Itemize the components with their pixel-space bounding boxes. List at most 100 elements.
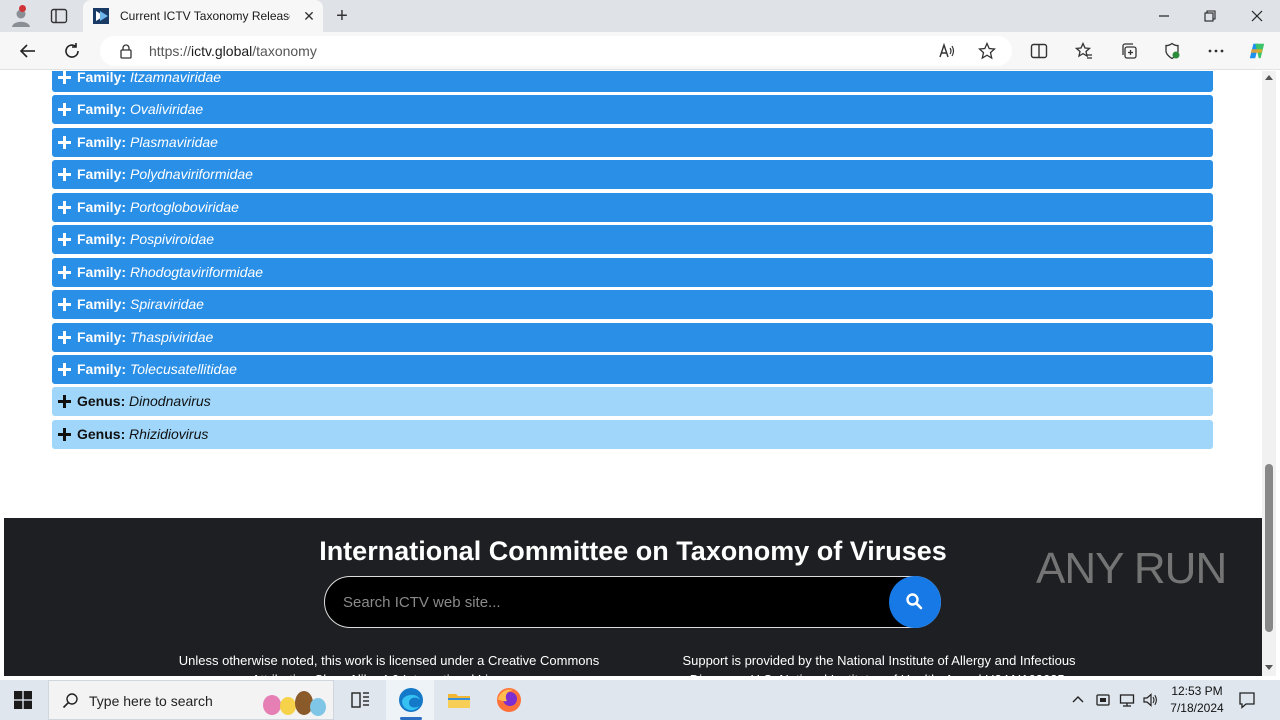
taxon-name: Rhodogtaviriformidae (130, 263, 264, 280)
site-search-input[interactable] (343, 591, 873, 613)
tray-security-icon[interactable] (1095, 692, 1111, 708)
split-screen-icon[interactable] (1030, 42, 1048, 60)
license-notice: Unless otherwise noted, this work is lic… (178, 653, 600, 676)
active-tab[interactable]: Current ICTV Taxonomy Release | ✕ (83, 0, 323, 32)
taxon-rank: Family: (77, 166, 127, 183)
favorites-icon[interactable] (1075, 42, 1093, 60)
taxon-name: Polydnaviriformidae (130, 166, 253, 183)
taxon-row[interactable]: Family: Rhodogtaviriformidae (52, 257, 1213, 287)
site-search-box (324, 576, 941, 628)
browser-toolbar: https://ictv.global/taxonomy (0, 32, 1280, 70)
anyrun-watermark: ANY RUN (1036, 540, 1236, 600)
page-scrollbar[interactable] (1262, 71, 1276, 676)
address-bar[interactable]: https://ictv.global/taxonomy (100, 36, 1012, 66)
scroll-up-arrow-icon[interactable] (1265, 75, 1273, 80)
taskbar-clock[interactable]: 12:53 PM 7/18/2024 (1166, 683, 1228, 717)
expand-plus-icon[interactable] (58, 362, 71, 376)
collections-icon[interactable] (1120, 42, 1138, 60)
window-close-icon[interactable] (1249, 8, 1265, 24)
browser-tab-bar: Current ICTV Taxonomy Release | ✕ + (0, 0, 1280, 32)
url-prefix: https:// (149, 43, 192, 59)
taxonomy-list: Family: Itzamnaviridae Family: Ovaliviri… (52, 71, 1213, 452)
task-view-icon[interactable] (346, 686, 374, 714)
favorite-star-icon[interactable] (978, 42, 996, 60)
expand-plus-icon[interactable] (58, 200, 71, 214)
support-notice: Support is provided by the National Inst… (682, 653, 1076, 676)
notification-center-icon[interactable] (1238, 691, 1256, 709)
taxon-rank: Family: (77, 263, 127, 280)
taxon-rank: Family: (77, 296, 127, 313)
expand-plus-icon[interactable] (58, 103, 71, 117)
url-path: /taxonomy (252, 43, 317, 59)
firefox-icon[interactable] (495, 686, 523, 714)
taxon-name: Ovaliviridae (130, 101, 204, 118)
taxon-row[interactable]: Family: Portogloboviridae (52, 192, 1213, 222)
taxon-row[interactable]: Family: Polydnaviriformidae (52, 160, 1213, 190)
taxon-rank: Family: (77, 101, 127, 118)
taxon-name: Tolecusatellitidae (130, 360, 237, 377)
taxon-row[interactable]: Family: Plasmaviridae (52, 127, 1213, 157)
read-aloud-icon[interactable] (938, 42, 956, 60)
expand-plus-icon[interactable] (58, 330, 71, 344)
expand-plus-icon[interactable] (58, 135, 71, 149)
copilot-icon[interactable] (1248, 42, 1266, 60)
search-button[interactable] (889, 576, 941, 628)
taxon-name: Thaspiviridae (130, 328, 214, 345)
watermark-text: ANY RUN (1036, 544, 1227, 593)
url-text[interactable]: https://ictv.global/taxonomy (149, 43, 317, 59)
browser-essentials-icon[interactable] (1163, 42, 1181, 60)
tab-actions-icon[interactable] (50, 8, 68, 24)
taxon-row[interactable]: Family: Tolecusatellitidae (52, 354, 1213, 384)
taxon-rank: Family: (77, 71, 127, 85)
network-icon[interactable] (1119, 692, 1135, 708)
taxon-name: Itzamnaviridae (130, 71, 222, 85)
taxon-rank: Family: (77, 231, 127, 248)
clock-date: 7/18/2024 (1170, 701, 1224, 715)
window-minimize-icon[interactable] (1156, 8, 1172, 24)
taxon-name: Dinodnavirus (129, 393, 211, 410)
taxon-row[interactable]: Genus: Rhizidiovirus (52, 419, 1213, 449)
back-arrow-icon[interactable] (19, 42, 37, 60)
tab-close-icon[interactable]: ✕ (301, 8, 317, 24)
edge-browser-icon[interactable] (397, 686, 425, 714)
taxon-row[interactable]: Family: Ovaliviridae (52, 95, 1213, 125)
taxon-row[interactable]: Family: Thaspiviridae (52, 322, 1213, 352)
taxon-row[interactable]: Family: Itzamnaviridae (52, 71, 1213, 92)
expand-plus-icon[interactable] (58, 427, 71, 441)
window-restore-icon[interactable] (1202, 8, 1218, 24)
taxon-rank: Family: (77, 133, 127, 150)
windows-start-icon[interactable] (14, 691, 32, 709)
taxon-row[interactable]: Genus: Dinodnavirus (52, 387, 1213, 417)
taxon-rank: Genus: (77, 393, 126, 410)
scroll-thumb[interactable] (1265, 464, 1273, 632)
taxon-name: Pospiviroidae (130, 231, 215, 248)
clock-time: 12:53 PM (1171, 684, 1223, 698)
taxon-name: Portogloboviridae (130, 198, 239, 215)
profile-notification-dot (19, 5, 26, 12)
taxon-name: Plasmaviridae (130, 133, 218, 150)
taxon-name: Rhizidiovirus (129, 425, 209, 442)
scroll-down-arrow-icon[interactable] (1265, 665, 1273, 670)
refresh-icon[interactable] (63, 42, 81, 60)
taxon-rank: Family: (77, 198, 127, 215)
new-tab-icon[interactable]: + (332, 6, 352, 26)
expand-plus-icon[interactable] (58, 168, 71, 182)
tray-chevron-up-icon[interactable] (1070, 692, 1086, 708)
taxon-row[interactable]: Family: Spiraviridae (52, 290, 1213, 320)
expand-plus-icon[interactable] (58, 395, 71, 409)
expand-plus-icon[interactable] (58, 71, 71, 84)
lock-icon[interactable] (118, 43, 134, 59)
taxon-rank: Genus: (77, 425, 126, 442)
file-explorer-icon[interactable] (445, 686, 473, 714)
volume-icon[interactable] (1142, 692, 1158, 708)
more-options-icon[interactable] (1207, 42, 1225, 60)
windows-taskbar: Type here to search 12:53 PM 7/18/2024 (0, 680, 1280, 720)
expand-plus-icon[interactable] (58, 233, 71, 247)
ictv-favicon-icon (93, 8, 109, 24)
search-icon (906, 593, 923, 610)
taskbar-search-text: Type here to search (89, 693, 213, 709)
expand-plus-icon[interactable] (58, 298, 71, 312)
taxon-row[interactable]: Family: Pospiviroidae (52, 225, 1213, 255)
expand-plus-icon[interactable] (58, 265, 71, 279)
url-host: ictv.global (191, 43, 253, 59)
